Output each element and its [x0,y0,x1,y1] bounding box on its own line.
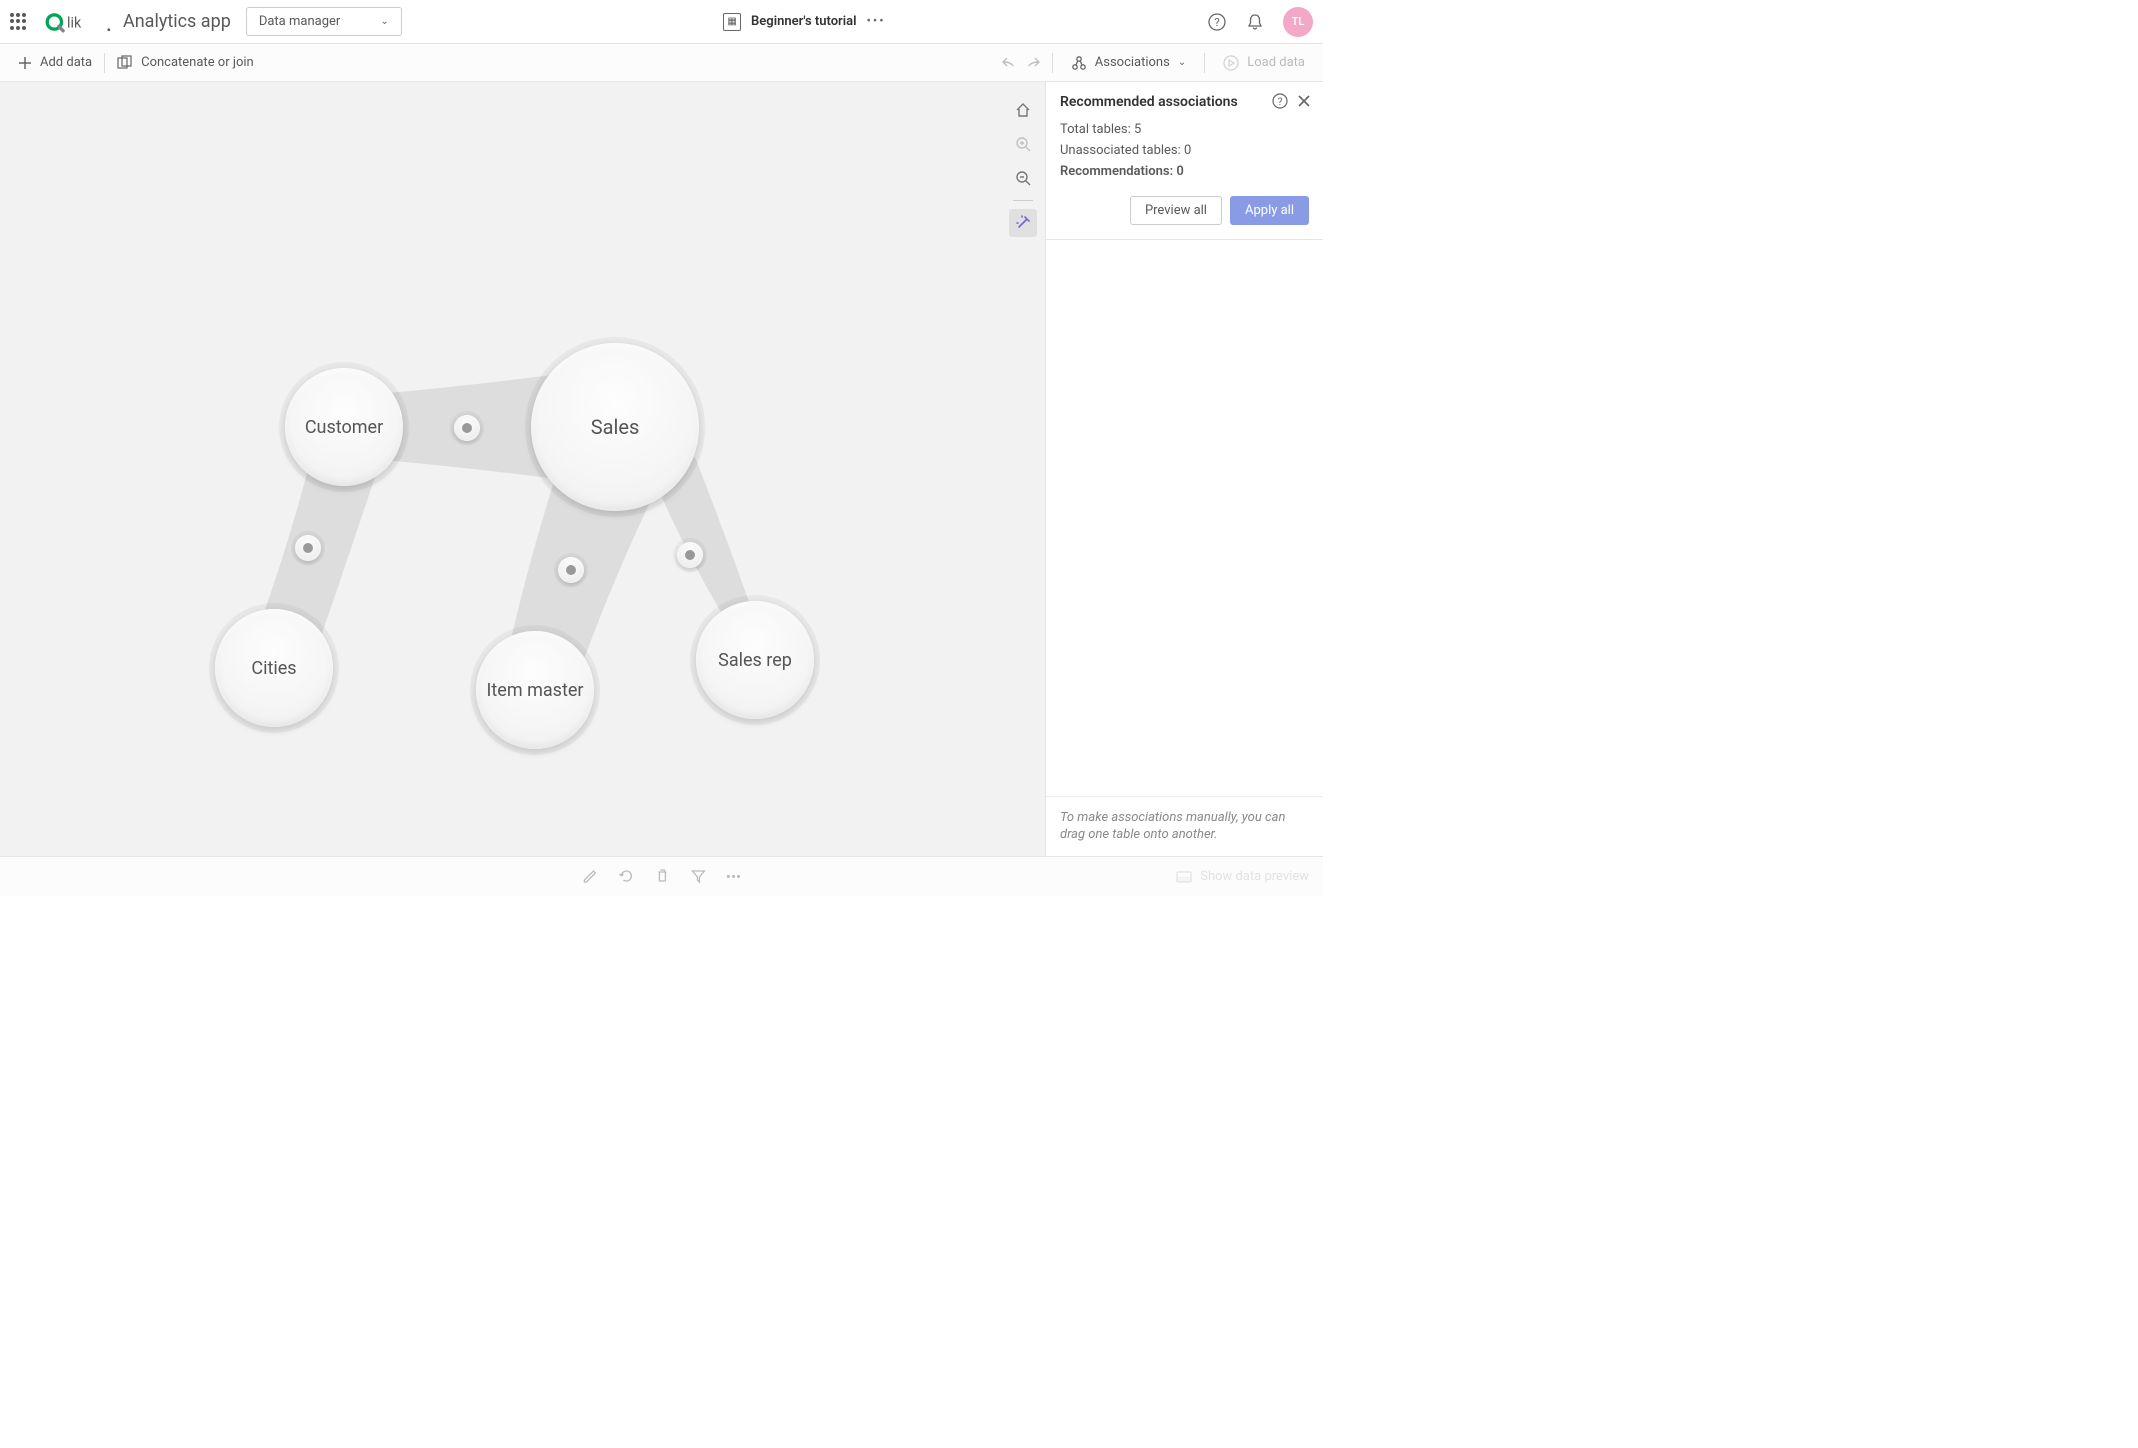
panel-close-icon[interactable] [1295,92,1313,110]
concat-icon [117,55,133,71]
concatenate-join-button[interactable]: Concatenate or join [109,51,262,75]
table-bubble-cities[interactable]: Cities [215,609,333,727]
panel-body [1046,240,1323,796]
dropdown-label: Data manager [259,14,340,29]
table-bubble-customer[interactable]: Customer [285,368,403,486]
canvas-area[interactable]: Customer Sales Cities Item master Sales … [0,82,1045,856]
zoom-out-icon[interactable] [1009,164,1037,192]
undo-icon [1000,54,1018,72]
table-bubble-sales[interactable]: Sales [531,343,699,511]
preview-all-button[interactable]: Preview all [1130,196,1222,225]
chevron-down-icon: ⌄ [380,16,388,27]
main: Customer Sales Cities Item master Sales … [0,82,1323,856]
view-tools [1009,96,1037,237]
associations-icon [1071,55,1087,71]
show-data-preview-button: Show data preview [1176,869,1309,884]
qlik-logo[interactable]: lik [43,0,113,43]
table-bubble-item-master[interactable]: Item master [476,631,594,749]
notifications-icon[interactable] [1245,12,1265,32]
more-icon[interactable]: ••• [726,868,741,886]
play-circle-icon [1223,55,1239,71]
svg-text:?: ? [1214,16,1219,29]
recommendations-panel: Recommended associations ? Total tables:… [1045,82,1323,856]
plus-icon [18,56,32,70]
recommendations-value: 0 [1176,164,1183,179]
panel-hint: To make associations manually, you can d… [1046,796,1323,856]
preview-icon [1176,871,1192,883]
load-data-button: Load data [1215,51,1313,75]
more-options-icon[interactable]: ••• [866,14,885,29]
panel-help-icon[interactable]: ? [1271,92,1289,110]
apply-all-button[interactable]: Apply all [1230,196,1309,225]
association-dot[interactable] [558,557,584,583]
view-dropdown[interactable]: Data manager ⌄ [246,7,402,36]
svg-text:?: ? [1278,97,1283,108]
edit-icon [582,868,598,886]
add-data-button[interactable]: Add data [10,51,100,74]
table-bubble-sales-rep[interactable]: Sales rep [696,601,814,719]
associations-dropdown[interactable]: Associations ⌄ [1063,51,1194,75]
total-tables-value: 5 [1134,122,1141,137]
home-icon[interactable] [1009,96,1037,124]
magic-wand-icon[interactable] [1009,209,1037,237]
svg-text:lik: lik [67,15,82,31]
association-dot[interactable] [295,535,321,561]
zoom-in-icon [1009,130,1037,158]
top-header: lik Analytics app Data manager ⌄ ▦ Begin… [0,0,1323,44]
footer-bar: ••• Show data preview [0,856,1323,896]
toolbar: Add data Concatenate or join Association… [0,44,1323,82]
avatar[interactable]: TL [1283,7,1313,37]
waffle-menu-icon[interactable] [10,13,28,31]
delete-icon [654,868,670,886]
app-name: Analytics app [123,11,231,32]
unassoc-tables-value: 0 [1184,143,1191,158]
chevron-down-icon: ⌄ [1178,57,1186,68]
footer-tools: ••• [582,868,741,886]
association-dot[interactable] [677,542,703,568]
association-dot[interactable] [454,415,480,441]
tutorial-name: Beginner's tutorial [751,14,856,29]
sheet-icon[interactable]: ▦ [723,13,741,31]
redo-icon [1024,54,1042,72]
help-icon[interactable]: ? [1207,12,1227,32]
filter-icon [690,868,706,886]
refresh-icon [618,868,634,886]
